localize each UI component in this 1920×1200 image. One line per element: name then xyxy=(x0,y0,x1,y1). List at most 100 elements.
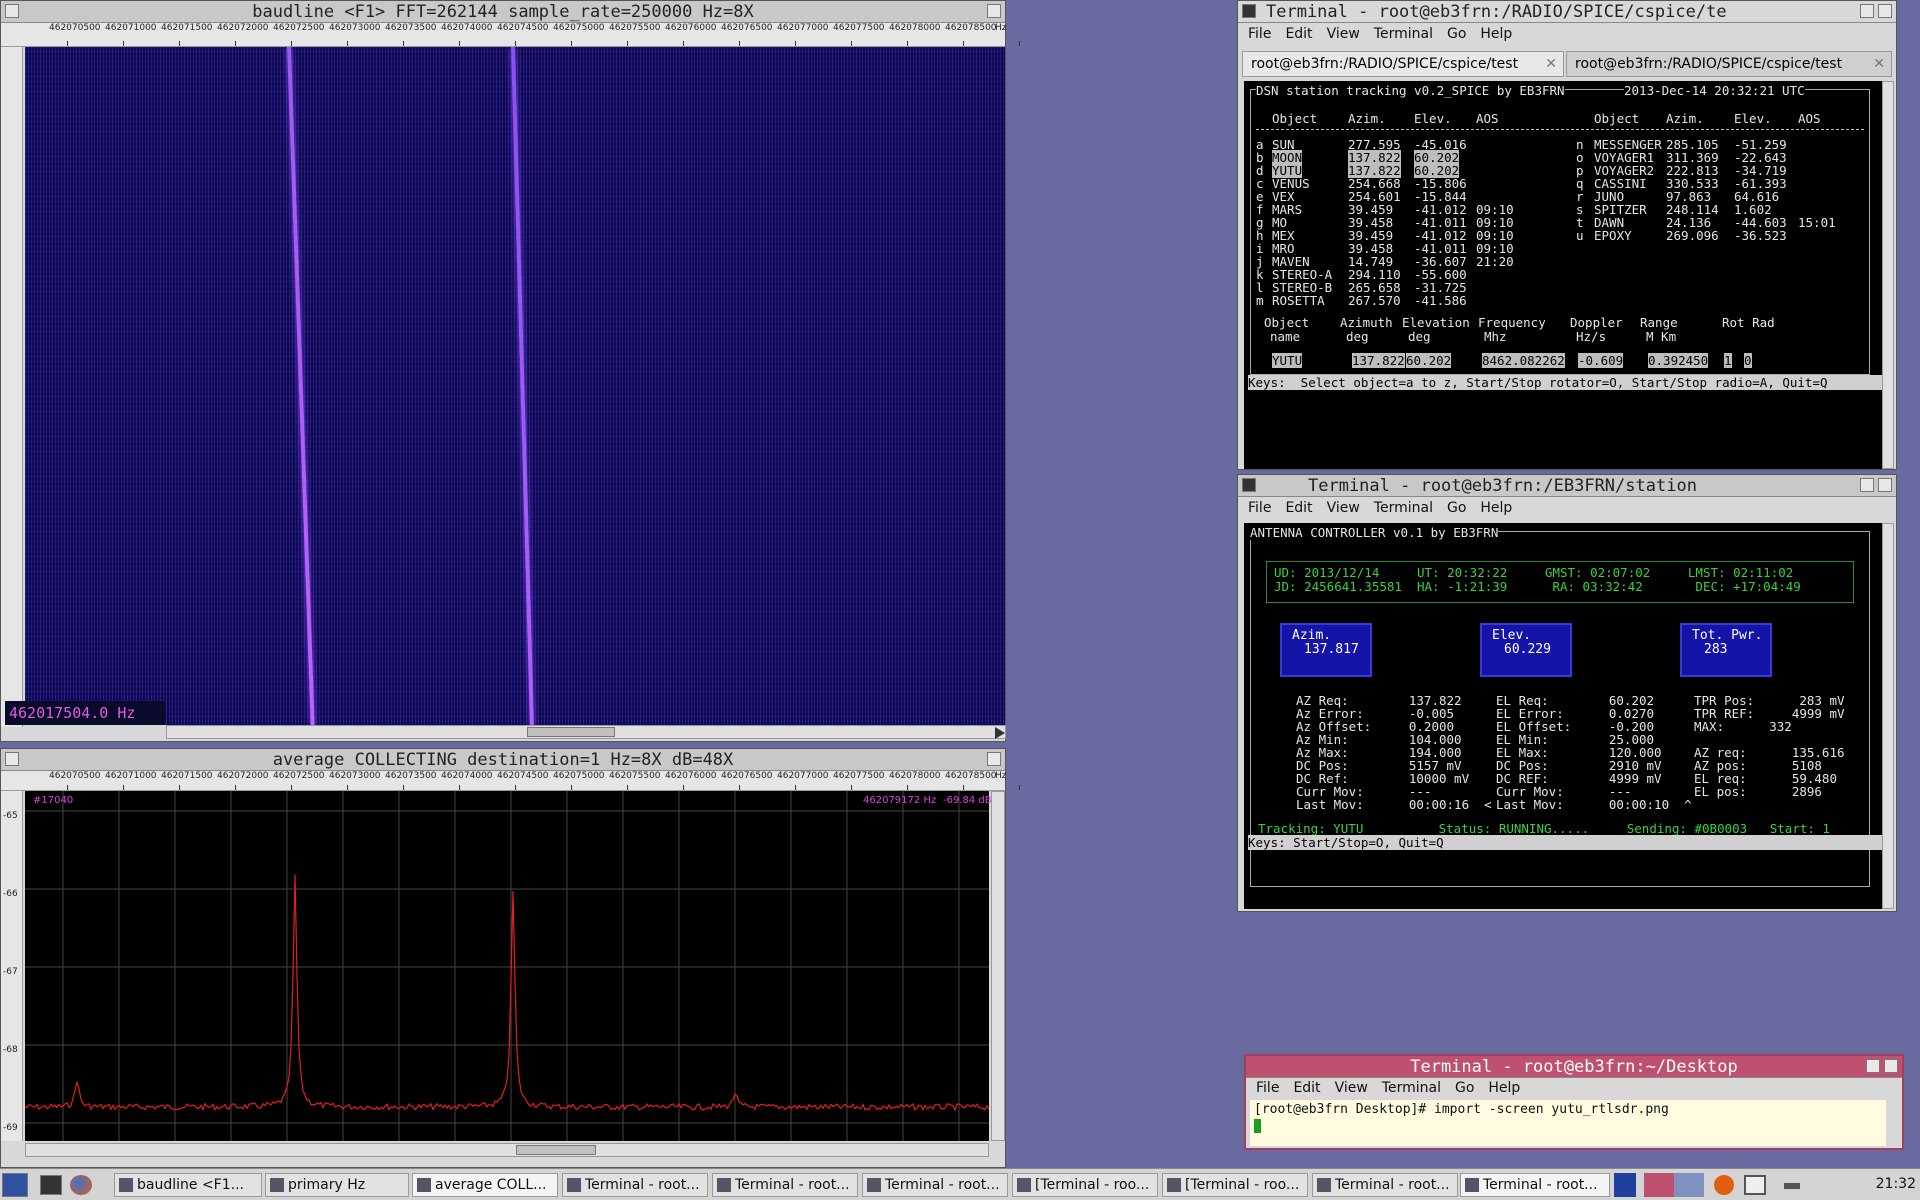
dsn-terminal-title: Terminal - root@eb3frn:/RADIO/SPICE/cspi… xyxy=(1266,2,1727,22)
header-divider xyxy=(1256,129,1864,130)
close-button[interactable] xyxy=(1878,4,1892,18)
terminal-launcher-icon[interactable] xyxy=(40,1175,62,1195)
taskbar-task[interactable]: Terminal - root... xyxy=(712,1173,858,1197)
dsn-datetime: 2013-Dec-14 20:32:21 UTC xyxy=(1624,83,1805,98)
menu-go[interactable]: Go xyxy=(1447,26,1466,42)
taskbar-task[interactable]: primary Hz xyxy=(265,1173,409,1197)
selected-header-unit: Mhz xyxy=(1484,329,1507,344)
baudline-titlebar[interactable]: baudline <F1> FFT=262144 sample_rate=250… xyxy=(1,1,1005,23)
maximize-button[interactable] xyxy=(1860,478,1874,492)
tpr-field: MAX: 332 xyxy=(1694,719,1792,734)
column-header: AOS xyxy=(1476,111,1499,126)
menu-edit[interactable]: Edit xyxy=(1285,26,1312,42)
menu-go[interactable]: Go xyxy=(1455,1080,1474,1096)
taskbar-task[interactable]: Terminal - root... xyxy=(862,1173,1008,1197)
horizontal-scrollbar[interactable] xyxy=(25,1143,989,1157)
minimize-all-icon[interactable] xyxy=(1784,1183,1800,1189)
desktop-terminal-titlebar[interactable]: Terminal - root@eb3frn:~/Desktop xyxy=(1246,1056,1902,1078)
workspace-icon[interactable] xyxy=(1614,1173,1636,1197)
pager-icon[interactable] xyxy=(1644,1173,1704,1197)
frequency-readout: 462017504.0 Hz xyxy=(5,701,165,725)
terminal-icon[interactable] xyxy=(1242,478,1256,492)
scrollbar-thumb[interactable] xyxy=(527,727,615,737)
desktop-terminal-screen[interactable]: [root@eb3frn Desktop]# import -screen yu… xyxy=(1250,1100,1886,1146)
antenna-terminal-titlebar[interactable]: Terminal - root@eb3frn:/EB3FRN/station xyxy=(1238,475,1896,497)
start-menu-icon[interactable] xyxy=(2,1173,28,1197)
menu-bar: File Edit View Terminal Go Help xyxy=(1238,24,1896,44)
minimize-button[interactable] xyxy=(5,4,19,18)
menu-edit[interactable]: Edit xyxy=(1285,500,1312,516)
firefox-tray-icon[interactable] xyxy=(1714,1175,1734,1195)
scroll-right-arrow[interactable] xyxy=(995,727,1005,739)
menu-go[interactable]: Go xyxy=(1447,500,1466,516)
dsn-terminal-titlebar[interactable]: Terminal - root@eb3frn:/RADIO/SPICE/cspi… xyxy=(1238,1,1896,23)
close-button[interactable] xyxy=(1884,1059,1898,1073)
selected-value: 1 xyxy=(1724,353,1732,368)
ruler-tick-label: 462075000 xyxy=(553,23,605,33)
menu-help[interactable]: Help xyxy=(1488,1080,1520,1096)
scrollbar-thumb[interactable] xyxy=(516,1145,596,1155)
ruler-tick-label: 462077000 xyxy=(777,23,829,33)
menu-file[interactable]: File xyxy=(1256,1080,1279,1096)
cursor-db: -69.84 dB xyxy=(943,795,992,806)
vertical-scrollbar[interactable] xyxy=(1882,523,1894,909)
maximize-button[interactable] xyxy=(1860,4,1874,18)
ruler-tick-label: 462074000 xyxy=(441,23,493,33)
antenna-terminal-title: Terminal - root@eb3frn:/EB3FRN/station xyxy=(1308,476,1697,496)
ruler-tick-label: 462072000 xyxy=(217,771,269,781)
ruler-tick-label: 462072000 xyxy=(217,23,269,33)
taskbar-task[interactable]: [Terminal - roo... xyxy=(1162,1173,1308,1197)
average-titlebar[interactable]: average COLLECTING destination=1 Hz=8X d… xyxy=(1,749,1005,771)
average-title: average COLLECTING destination=1 Hz=8X d… xyxy=(272,750,734,770)
menu-terminal[interactable]: Terminal xyxy=(1382,1080,1441,1096)
taskbar-task[interactable]: [Terminal - roo... xyxy=(1012,1173,1158,1197)
tab-1[interactable]: root@eb3frn:/RADIO/SPICE/cspice/test ✕ xyxy=(1242,51,1564,77)
el-field: Last Mov: 00:00:10 ^ xyxy=(1496,797,1692,812)
object-value: -41.586 xyxy=(1414,293,1467,308)
antenna-terminal-screen[interactable]: ANTENNA CONTROLLER v0.1 by EB3FRN UD: 201… xyxy=(1244,523,1882,909)
waterfall-display[interactable] xyxy=(25,47,1005,725)
menu-view[interactable]: View xyxy=(1335,1080,1368,1096)
menu-terminal[interactable]: Terminal xyxy=(1374,26,1433,42)
taskbar-task[interactable]: baudline <F1... xyxy=(114,1173,262,1197)
menu-view[interactable]: View xyxy=(1327,26,1360,42)
tab-close-icon[interactable]: ✕ xyxy=(1873,56,1885,72)
selected-header: Elevation xyxy=(1402,315,1470,330)
window-icon[interactable] xyxy=(1744,1175,1766,1195)
dsn-banner: DSN station tracking v0.2_SPICE by EB3FR… xyxy=(1256,83,1565,98)
box-label: Tot. Pwr. xyxy=(1692,628,1763,643)
firefox-launcher-icon[interactable] xyxy=(70,1175,92,1195)
close-button[interactable] xyxy=(987,752,1001,766)
maximize-button[interactable] xyxy=(1866,1059,1880,1073)
tab-2[interactable]: root@eb3frn:/RADIO/SPICE/cspice/test ✕ xyxy=(1566,51,1892,77)
taskbar-task[interactable]: Terminal - root... xyxy=(1312,1173,1458,1197)
ruler-tick-label: 462076500 xyxy=(721,23,773,33)
ruler-tick-label: 462073000 xyxy=(329,771,381,781)
menu-view[interactable]: View xyxy=(1327,500,1360,516)
dsn-terminal-screen[interactable]: DSN station tracking v0.2_SPICE by EB3FR… xyxy=(1244,81,1882,469)
object-value: 21:20 xyxy=(1476,254,1514,269)
terminal-icon[interactable] xyxy=(1242,4,1256,18)
taskbar-task[interactable]: average COLL... xyxy=(412,1173,558,1197)
menu-file[interactable]: File xyxy=(1248,500,1271,516)
taskbar-task[interactable]: Terminal - root... xyxy=(1460,1173,1610,1197)
menu-file[interactable]: File xyxy=(1248,26,1271,42)
az-field: Last Mov: 00:00:16 < xyxy=(1296,797,1492,812)
close-button[interactable] xyxy=(987,4,1001,18)
menu-terminal[interactable]: Terminal xyxy=(1374,500,1433,516)
horizontal-scrollbar[interactable] xyxy=(166,725,1006,739)
taskbar-task[interactable]: Terminal - root... xyxy=(562,1173,708,1197)
tab-close-icon[interactable]: ✕ xyxy=(1545,56,1557,72)
ruler-tick-label: 462078000 xyxy=(889,23,941,33)
menu-help[interactable]: Help xyxy=(1480,500,1512,516)
db-tick-label: -69 xyxy=(3,1123,18,1133)
close-button[interactable] xyxy=(1878,478,1892,492)
vertical-scrollbar[interactable] xyxy=(991,791,1005,1141)
total-power-box: Tot. Pwr. 283 xyxy=(1680,623,1772,677)
vertical-scrollbar[interactable] xyxy=(1882,81,1894,469)
menu-help[interactable]: Help xyxy=(1480,26,1512,42)
tray xyxy=(1614,1173,1864,1197)
minimize-button[interactable] xyxy=(5,752,19,766)
spectrum-plot[interactable] xyxy=(25,791,989,1141)
menu-edit[interactable]: Edit xyxy=(1293,1080,1320,1096)
